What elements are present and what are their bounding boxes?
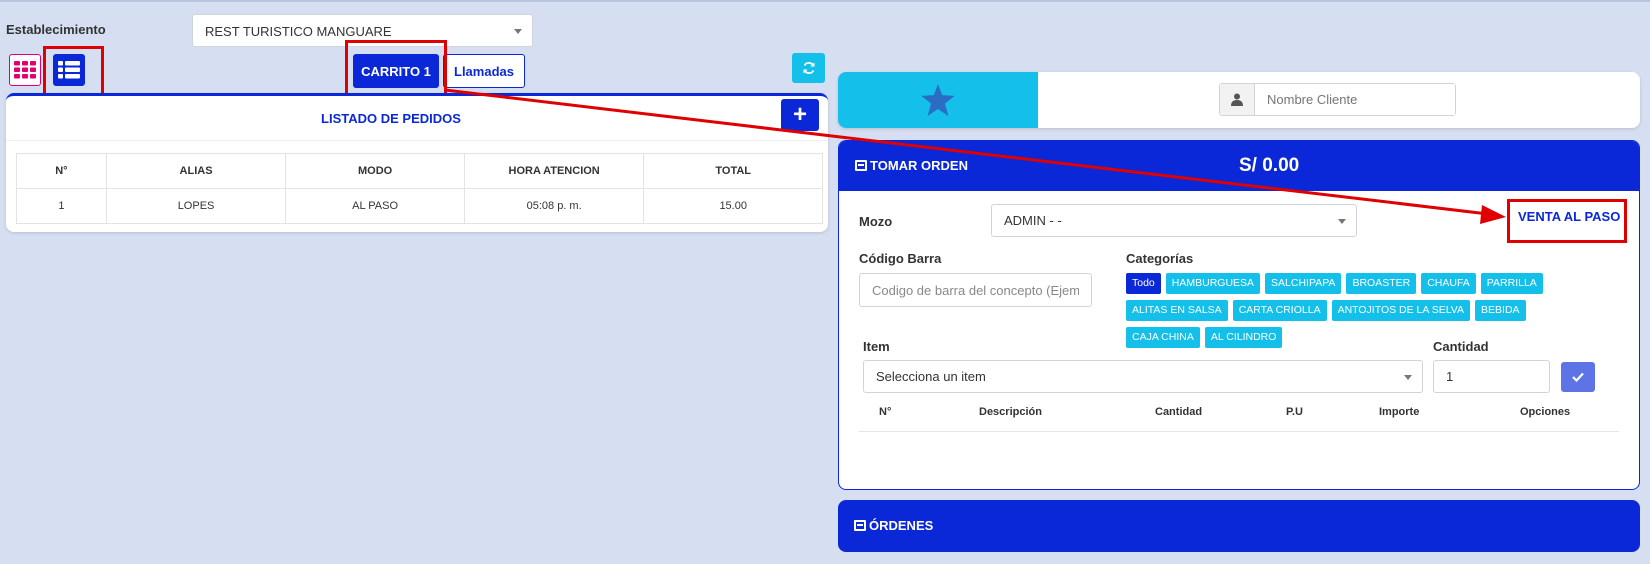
category-chip-bebida[interactable]: BEBIDA	[1475, 300, 1526, 321]
category-chip-antojitos-de-la-selva[interactable]: ANTOJITOS DE LA SELVA	[1331, 300, 1471, 321]
establecimiento-label: Establecimiento	[6, 22, 106, 37]
mozo-value: ADMIN - -	[1004, 213, 1062, 228]
refresh-button[interactable]	[792, 53, 825, 83]
mozo-label: Mozo	[859, 214, 893, 229]
category-chip-al-cilindro[interactable]: AL CILINDRO	[1204, 327, 1283, 348]
take-order-header: TOMAR ORDEN S/ 0.00	[839, 141, 1639, 191]
chevron-down-icon	[1338, 219, 1346, 224]
take-order-title-wrap: TOMAR ORDEN	[855, 158, 968, 173]
column-header: Opciones	[1520, 406, 1571, 418]
chevron-down-icon	[1404, 375, 1412, 380]
category-chip-hamburguesa[interactable]: HAMBURGUESA	[1165, 273, 1261, 294]
category-chip-broaster[interactable]: BROASTER	[1346, 273, 1417, 294]
category-chip-alitas-en-salsa[interactable]: ALITAS EN SALSA	[1126, 300, 1228, 321]
column-header: N°	[16, 153, 107, 189]
table-header-row: N° ALIAS MODO HORA ATENCION TOTAL	[16, 153, 823, 189]
column-header: P.U	[1286, 406, 1303, 418]
star-icon	[921, 84, 955, 116]
highlight-box-venta-al-paso	[1507, 199, 1627, 243]
divider	[859, 431, 1619, 432]
barcode-input[interactable]	[859, 273, 1092, 307]
table-cell: LOPES	[105, 188, 287, 224]
orders-list-title: LISTADO DE PEDIDOS	[321, 111, 461, 126]
column-header: Cantidad	[1155, 406, 1203, 418]
client-input-group	[1219, 83, 1456, 116]
item-label: Item	[863, 339, 890, 354]
add-order-button[interactable]: +	[781, 99, 819, 131]
table-cell: AL PASO	[285, 188, 465, 224]
order-total: S/ 0.00	[1239, 155, 1300, 176]
orders-section-title-wrap: ÓRDENES	[854, 518, 933, 533]
highlight-box-carrito	[345, 40, 447, 99]
cantidad-label: Cantidad	[1433, 339, 1489, 354]
grid-icon	[14, 61, 36, 79]
orders-section-card[interactable]: ÓRDENES	[838, 500, 1640, 552]
client-card	[838, 72, 1640, 128]
tab-llamadas[interactable]: Llamadas	[443, 54, 525, 88]
table-cell: 05:08 p. m.	[463, 188, 645, 224]
categories-label: Categorías	[1126, 251, 1194, 266]
orders-section-title: ÓRDENES	[869, 518, 934, 533]
column-header: Descripción	[979, 406, 1042, 418]
column-header: Importe	[1379, 406, 1420, 418]
quantity-input[interactable]	[1433, 360, 1550, 393]
column-header: ALIAS	[105, 153, 287, 189]
table-cell: 15.00	[643, 188, 823, 224]
category-chip-carta-criolla[interactable]: CARTA CRIOLLA	[1232, 300, 1327, 321]
grid-view-button[interactable]	[9, 54, 41, 86]
table-cell: 1	[16, 188, 107, 224]
orders-list-card: LISTADO DE PEDIDOS + N° ALIAS MODO HORA …	[6, 93, 828, 232]
box-icon	[854, 520, 866, 531]
highlight-box-list-view	[43, 46, 104, 98]
category-chip-salchipapa[interactable]: SALCHIPAPA	[1265, 273, 1342, 294]
table-row[interactable]: 1 LOPES AL PASO 05:08 p. m. 15.00	[16, 188, 823, 224]
category-chip-todo[interactable]: Todo	[1126, 273, 1161, 294]
add-item-button[interactable]	[1561, 362, 1595, 392]
column-header: MODO	[285, 153, 465, 189]
chevron-down-icon	[514, 29, 522, 34]
box-icon	[855, 160, 867, 171]
category-chips: Todo HAMBURGUESA SALCHIPAPA BROASTER CHAUFA P…	[1126, 273, 1636, 354]
establecimiento-value: REST TURISTICO MANGUARE	[205, 24, 392, 39]
column-header: N°	[879, 406, 892, 418]
item-select[interactable]: Selecciona un item	[863, 360, 1423, 393]
barcode-label: Código Barra	[859, 251, 942, 266]
top-border	[0, 0, 1650, 2]
mozo-select[interactable]: ADMIN - -	[991, 204, 1357, 237]
column-header: TOTAL	[643, 153, 823, 189]
user-icon	[1220, 84, 1255, 115]
check-icon	[1572, 372, 1584, 382]
orders-table: N° ALIAS MODO HORA ATENCION TOTAL 1 LOPE…	[16, 153, 823, 224]
take-order-title: TOMAR ORDEN	[870, 158, 968, 173]
category-chip-caja-china[interactable]: CAJA CHINA	[1126, 327, 1200, 348]
favorite-button[interactable]	[838, 72, 1038, 128]
column-header: HORA ATENCION	[463, 153, 645, 189]
client-name-input[interactable]	[1255, 84, 1455, 115]
category-chip-chaufa[interactable]: CHAUFA	[1421, 273, 1476, 294]
category-chip-parrilla[interactable]: PARRILLA	[1480, 273, 1543, 294]
divider	[6, 140, 828, 141]
take-order-card: TOMAR ORDEN S/ 0.00 Mozo ADMIN - - VENTA…	[838, 140, 1640, 490]
refresh-icon	[803, 62, 814, 74]
item-select-value: Selecciona un item	[876, 369, 986, 384]
